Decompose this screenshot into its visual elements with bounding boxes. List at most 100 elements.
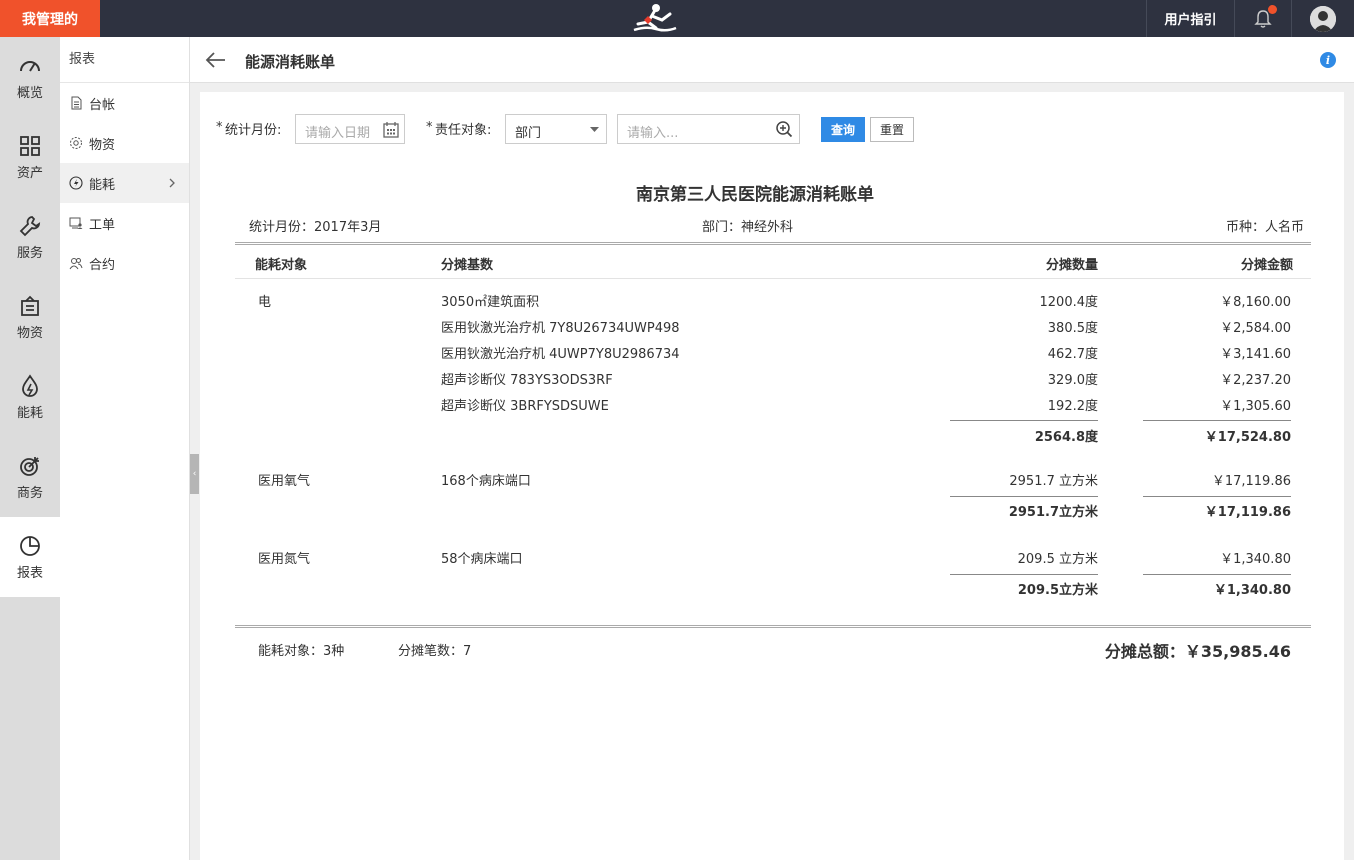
allocation-amount: ￥1,340.80	[1220, 552, 1291, 567]
pie-chart-icon	[20, 535, 40, 556]
lightning-icon	[69, 176, 83, 190]
grid-icon	[20, 135, 40, 156]
column-header: 分摊数量	[1045, 258, 1098, 273]
search-placeholder: 请输入...	[627, 126, 679, 141]
column-header: 分摊基数	[441, 258, 494, 273]
required-mark: *	[216, 120, 223, 135]
column-header: 分摊金额	[1240, 258, 1293, 273]
report-currency: 币种：人名币	[1225, 220, 1304, 235]
reset-button[interactable]: 重置	[870, 117, 914, 142]
target-select[interactable]: 部门	[505, 114, 607, 144]
allocation-base: 168个病床端口	[441, 474, 531, 489]
monitor-user-icon	[69, 217, 83, 229]
nav-business[interactable]: 商务	[0, 437, 60, 517]
gauge-icon	[20, 60, 40, 72]
allocation-base: 超声诊断仪 783YS3ODS3RF	[441, 373, 613, 388]
nav-label: 报表	[16, 565, 43, 581]
subnav-item-energy[interactable]: 能耗	[60, 163, 189, 203]
query-button[interactable]: 查询	[821, 117, 865, 142]
avatar	[1310, 5, 1336, 32]
allocation-qty: 329.0度	[1047, 373, 1098, 388]
allocation-amount: ￥2,237.20	[1220, 373, 1291, 388]
summary-count: 分摊笔数：7	[398, 644, 472, 659]
brand-menu-button[interactable]: 我管理的	[0, 0, 100, 37]
required-mark: *	[426, 120, 433, 135]
user-guide-link[interactable]: 用户指引	[1146, 0, 1234, 37]
report-title: 南京第三人民医院能源消耗账单	[636, 185, 874, 205]
subnav-label: 物资	[89, 137, 116, 153]
allocation-qty: 1200.4度	[1039, 295, 1099, 310]
notification-button[interactable]	[1234, 0, 1291, 37]
gear-icon	[70, 137, 82, 149]
main-nav-rail: 概览 资产 服务 物资 能耗 商务 报表	[0, 37, 60, 860]
month-placeholder: 请输入日期	[305, 126, 371, 141]
subnav-item-ledger[interactable]: 台帐	[60, 83, 189, 123]
allocation-amount: ￥8,160.00	[1220, 295, 1291, 310]
subnav-label: 能耗	[89, 177, 116, 193]
target-select-value: 部门	[515, 126, 542, 141]
page-header: 能源消耗账单 i	[190, 37, 1354, 83]
allocation-base: 58个病床端口	[441, 552, 523, 567]
allocation-qty: 2951.7 立方米	[1009, 474, 1098, 489]
user-avatar-icon	[1310, 5, 1336, 32]
subtotal-qty: 2564.8度	[1034, 430, 1098, 445]
energy-object: 医用氮气	[258, 552, 311, 567]
energy-object: 电	[258, 295, 272, 310]
subtotal-qty: 2951.7立方米	[1008, 505, 1098, 520]
nav-label: 能耗	[16, 405, 43, 421]
divider	[235, 625, 1311, 628]
nav-label: 物资	[16, 325, 43, 341]
collapse-sidebar-handle[interactable]: ‹	[190, 454, 199, 494]
notification-badge	[1268, 5, 1277, 14]
subnav-item-materials[interactable]: 物资	[60, 123, 189, 163]
document-icon	[71, 96, 82, 110]
user-menu[interactable]	[1291, 0, 1354, 37]
allocation-amount: ￥1,305.60	[1220, 399, 1291, 414]
subnav-label: 合约	[89, 257, 116, 273]
subtotal-qty: 209.5立方米	[1017, 583, 1098, 598]
report-month: 统计月份：2017年3月	[249, 220, 382, 235]
allocation-qty: 209.5 立方米	[1017, 552, 1098, 567]
back-arrow-icon[interactable]	[204, 50, 226, 70]
subtotal-divider	[950, 574, 1098, 575]
grand-total: 分摊总额：￥35,985.46	[1104, 642, 1291, 661]
caret-down-icon	[590, 127, 599, 132]
allocation-base: 医用钬激光治疗机 7Y8U26734UWP498	[441, 321, 680, 336]
calendar-icon[interactable]	[382, 121, 400, 139]
zoom-in-search-icon[interactable]	[775, 120, 793, 138]
month-label: 统计月份:	[225, 123, 282, 138]
divider	[235, 278, 1311, 279]
nav-assets[interactable]: 资产	[0, 117, 60, 197]
allocation-qty: 192.2度	[1047, 399, 1098, 414]
subtotal-amount: ￥1,340.80	[1213, 583, 1291, 598]
nav-materials[interactable]: 物资	[0, 277, 60, 357]
subtotal-divider	[950, 496, 1098, 497]
month-date-input[interactable]: 请输入日期	[295, 114, 405, 144]
subtotal-divider	[1143, 574, 1291, 575]
nav-reports[interactable]: 报表	[0, 517, 60, 597]
allocation-qty: 462.7度	[1047, 347, 1098, 362]
subtotal-amount: ￥17,119.86	[1204, 505, 1291, 520]
nav-overview[interactable]: 概览	[0, 37, 60, 117]
subnav-item-workorder[interactable]: 工单	[60, 203, 189, 243]
energy-object: 医用氧气	[258, 474, 311, 489]
nav-service[interactable]: 服务	[0, 197, 60, 277]
allocation-amount: ￥2,584.00	[1220, 321, 1291, 336]
report-card: * 统计月份: 请输入日期 * 责任对象: 部门 请输入... 查询 重置 南京…	[200, 92, 1344, 860]
info-icon[interactable]: i	[1320, 52, 1336, 68]
report-department: 部门：神经外科	[702, 220, 794, 235]
nav-label: 概览	[16, 85, 43, 101]
search-input[interactable]: 请输入...	[617, 114, 800, 144]
filter-bar: * 统计月份: 请输入日期 * 责任对象: 部门 请输入... 查询 重置	[200, 92, 1344, 172]
target-icon	[20, 456, 39, 476]
subnav-label: 工单	[89, 217, 116, 233]
subnav-item-contract[interactable]: 合约	[60, 243, 189, 283]
nav-label: 资产	[16, 165, 43, 181]
target-label: 责任对象:	[435, 123, 492, 138]
page-title: 能源消耗账单	[245, 53, 336, 71]
allocation-qty: 380.5度	[1047, 321, 1098, 336]
report-subnav: 报表 台帐 物资 能耗 工单 合约	[60, 37, 190, 860]
subnav-label: 台帐	[89, 97, 116, 113]
subtotal-divider	[1143, 420, 1291, 421]
nav-energy[interactable]: 能耗	[0, 357, 60, 437]
